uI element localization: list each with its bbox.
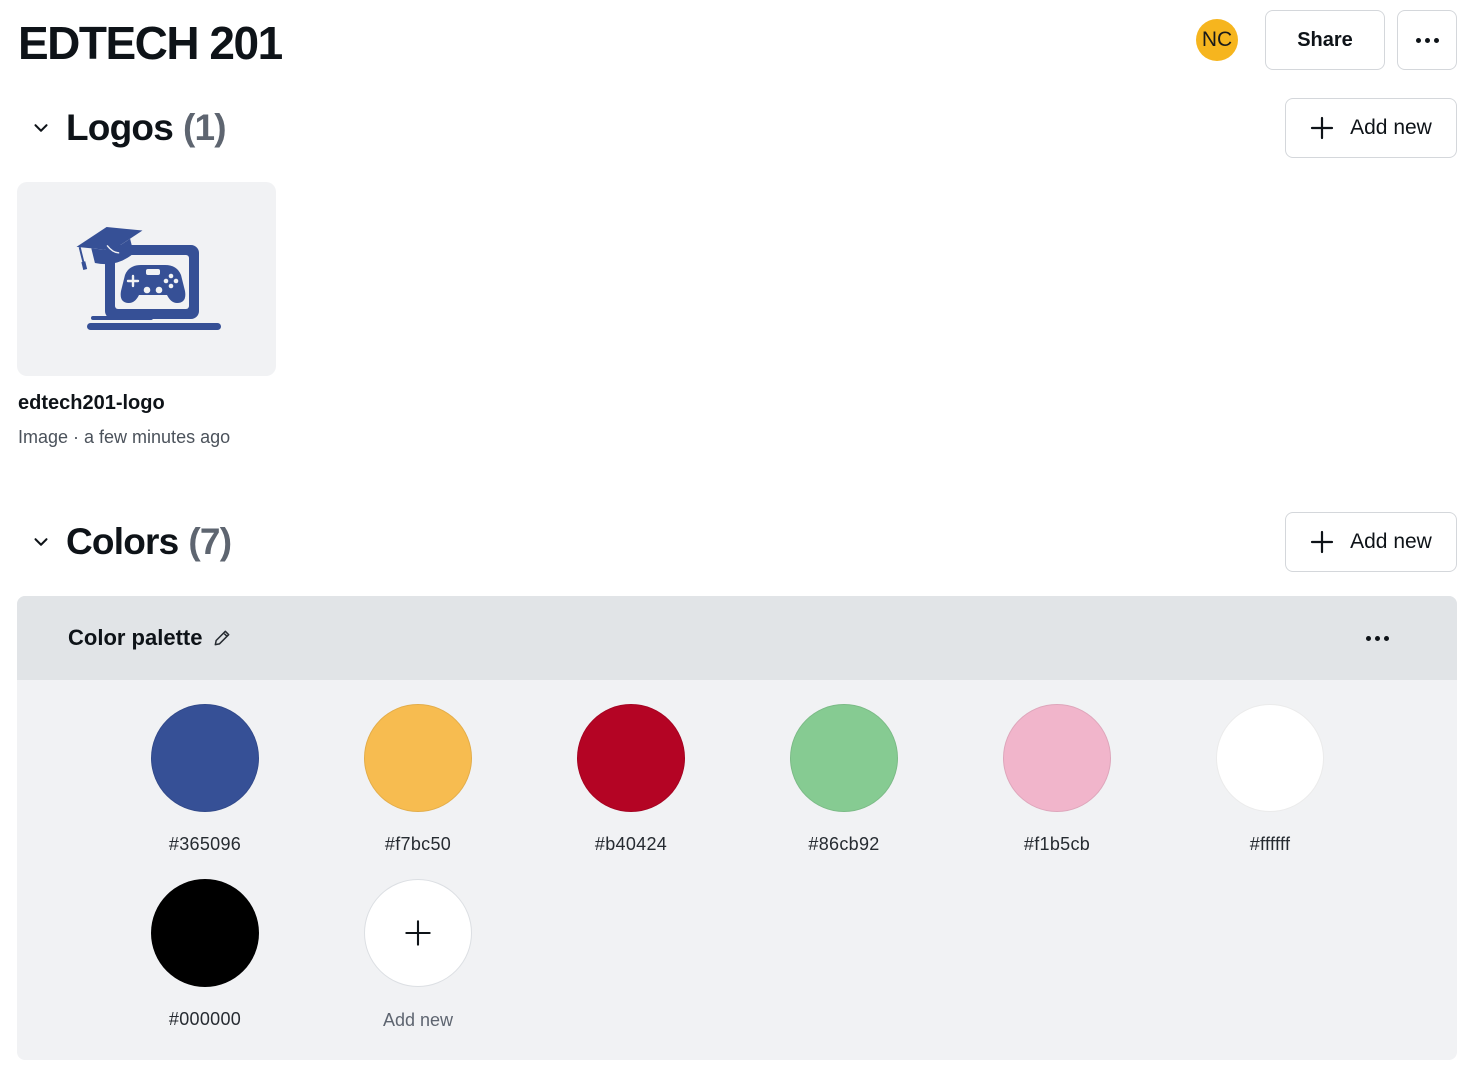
color-hex-label: #365096: [168, 834, 242, 854]
color-swatch-item: #365096: [125, 704, 285, 855]
more-horizontal-icon: [1365, 635, 1389, 641]
logos-section-header: Logos (1): [30, 106, 227, 150]
color-hex-label: #000000: [168, 1009, 242, 1029]
share-button[interactable]: Share: [1265, 10, 1385, 70]
color-swatch[interactable]: [1003, 704, 1111, 812]
color-swatch-item: #86cb92: [764, 704, 924, 855]
palette-more-button[interactable]: [1359, 624, 1395, 652]
add-color-item: Add new: [338, 879, 498, 1031]
plus-icon: [405, 920, 431, 946]
more-options-button[interactable]: [1397, 10, 1457, 70]
colors-count: (7): [188, 521, 232, 562]
logos-title: Logos: [66, 107, 174, 148]
logos-count: (1): [182, 107, 227, 148]
color-palette-card: Color palette #365096 #f7bc50 #b40424 #8…: [17, 596, 1457, 1060]
color-hex-label: #f7bc50: [384, 834, 452, 854]
color-swatch-item: #f1b5cb: [977, 704, 1137, 855]
add-new-logo-button[interactable]: Add new: [1285, 98, 1457, 158]
plus-icon: [1311, 116, 1334, 140]
color-swatch[interactable]: [364, 704, 472, 812]
chevron-down-icon[interactable]: [30, 531, 52, 553]
brand-kit-page: EDTECH 201 NC Share Logos (1) Add new ed…: [0, 0, 1467, 1072]
color-swatch-item: #b40424: [551, 704, 711, 855]
colors-section-header: Colors (7): [30, 520, 232, 564]
add-new-label: Add new: [1350, 116, 1432, 139]
add-new-label: Add new: [1350, 530, 1432, 553]
logo-meta: Image · a few minutes ago: [18, 427, 231, 447]
color-hex-label: #b40424: [594, 834, 668, 854]
logo-name[interactable]: edtech201-logo: [18, 392, 165, 415]
color-swatch[interactable]: [151, 704, 259, 812]
color-swatch[interactable]: [1216, 704, 1324, 812]
logo-thumbnail[interactable]: [17, 182, 276, 376]
pencil-icon[interactable]: [212, 628, 232, 648]
add-color-label: Add new: [382, 1010, 454, 1030]
color-swatch-item: #f7bc50: [338, 704, 498, 855]
color-swatch[interactable]: [790, 704, 898, 812]
color-swatch-item: #ffffff: [1190, 704, 1350, 855]
color-hex-label: #f1b5cb: [1023, 834, 1091, 854]
color-swatch[interactable]: [577, 704, 685, 812]
color-hex-label: #ffffff: [1249, 834, 1291, 854]
palette-name: Color palette: [68, 625, 203, 650]
avatar[interactable]: NC: [1196, 19, 1238, 61]
laptop-gamepad-graduation-cap-logo: [75, 227, 221, 330]
palette-header: Color palette: [17, 596, 1457, 680]
color-swatch-item: #000000: [125, 879, 285, 1030]
add-new-color-button[interactable]: Add new: [1285, 512, 1457, 572]
page-title: EDTECH 201: [18, 17, 283, 69]
more-horizontal-icon: [1415, 37, 1439, 43]
color-swatch[interactable]: [151, 879, 259, 987]
plus-icon: [1311, 530, 1334, 554]
chevron-down-icon[interactable]: [30, 117, 52, 139]
colors-title: Colors: [66, 521, 179, 562]
color-hex-label: #86cb92: [808, 834, 880, 854]
add-color-button[interactable]: [364, 879, 472, 987]
